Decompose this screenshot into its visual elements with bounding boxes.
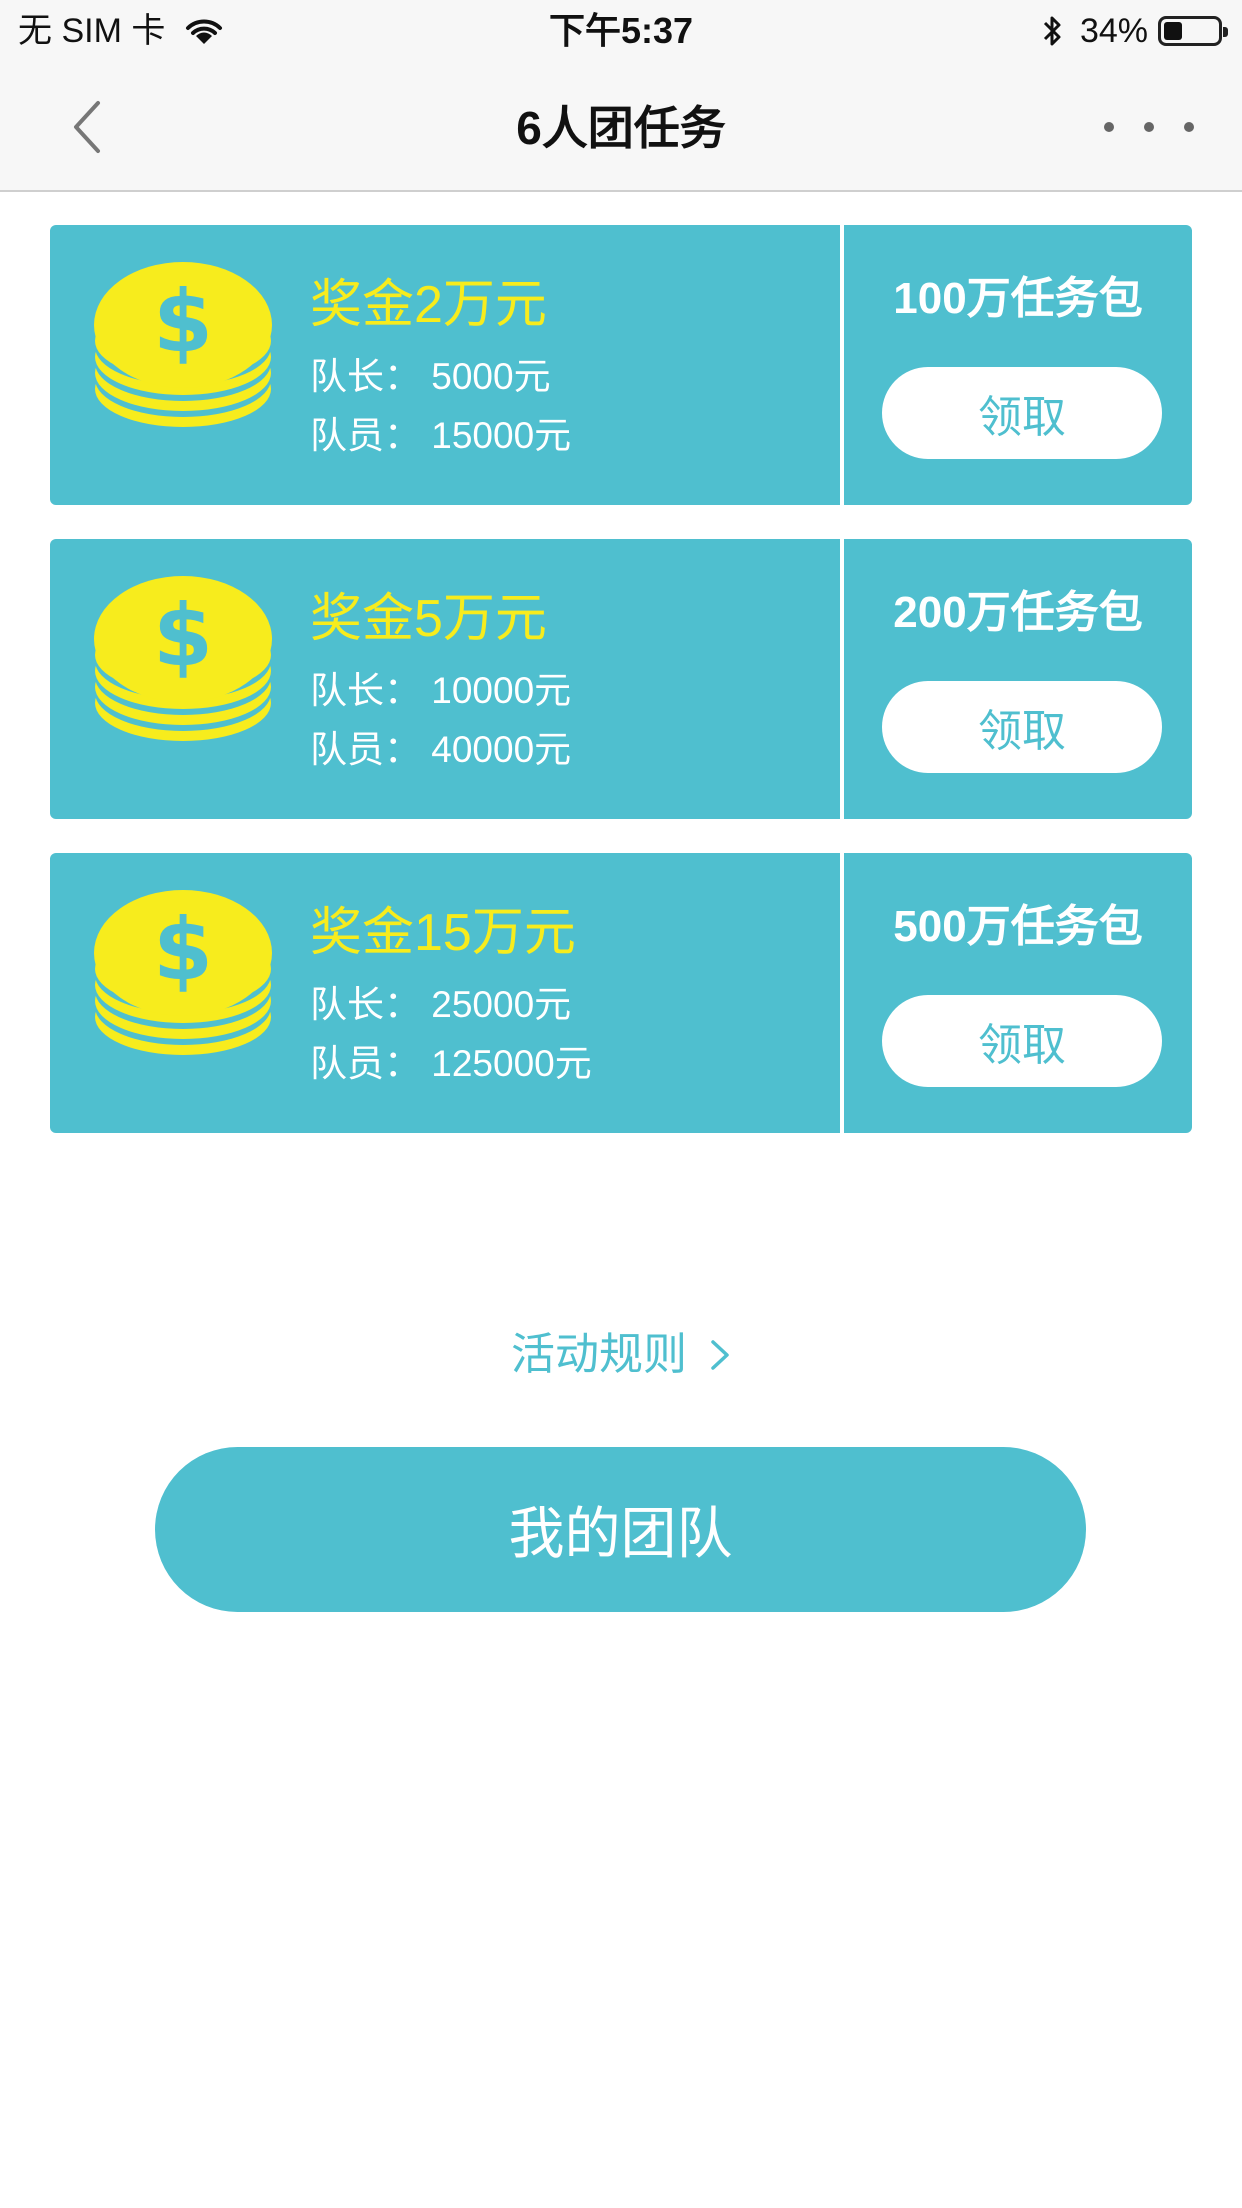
claim-button[interactable]: 领取 bbox=[882, 995, 1162, 1087]
more-dot bbox=[1184, 122, 1194, 132]
package-label: 100万任务包 bbox=[893, 274, 1143, 323]
battery-percent: 34% bbox=[1079, 12, 1148, 50]
reward-info: $ 奖金5万元 队长： 10000元 队员： 40000元 bbox=[50, 539, 840, 819]
leader-reward: 队长： 10000元 bbox=[310, 670, 572, 711]
reward-info: $ 奖金15万元 队长： 25000元 队员： 125000元 bbox=[50, 853, 840, 1133]
reward-amount: 奖金2万元 bbox=[310, 276, 547, 334]
battery-icon bbox=[1158, 16, 1228, 46]
battery-fill bbox=[1164, 22, 1182, 40]
member-reward: 队员： 15000元 bbox=[310, 415, 572, 456]
activity-rules-link[interactable]: 活动规则 bbox=[0, 1325, 1242, 1385]
page-title: 6人团任务 bbox=[516, 102, 726, 154]
bluetooth-icon bbox=[1043, 16, 1061, 46]
reward-amount: 奖金5万元 bbox=[310, 590, 547, 648]
member-reward: 队员： 40000元 bbox=[310, 729, 572, 770]
coin-stack-icon: $ bbox=[94, 262, 272, 427]
svg-text:$: $ bbox=[153, 272, 213, 372]
chevron-right-icon bbox=[711, 1340, 729, 1370]
leader-reward: 队长： 5000元 bbox=[310, 356, 551, 397]
task-package: 100万任务包 领取 bbox=[844, 225, 1192, 505]
reward-card: $ 奖金2万元 队长： 5000元 队员： 15000元 100万任务包 领取 bbox=[50, 225, 1192, 505]
reward-amount: 奖金15万元 bbox=[310, 904, 576, 962]
coin-stack-icon: $ bbox=[94, 576, 272, 741]
coin-stack-icon: $ bbox=[94, 890, 272, 1055]
svg-text:$: $ bbox=[153, 900, 213, 1000]
reward-card: $ 奖金5万元 队长： 10000元 队员： 40000元 200万任务包 领取 bbox=[50, 539, 1192, 819]
claim-button[interactable]: 领取 bbox=[882, 681, 1162, 773]
package-label: 200万任务包 bbox=[893, 588, 1143, 637]
reward-info: $ 奖金2万元 队长： 5000元 队员： 15000元 bbox=[50, 225, 840, 505]
claim-button[interactable]: 领取 bbox=[882, 367, 1162, 459]
more-dot bbox=[1104, 122, 1114, 132]
more-dot bbox=[1144, 122, 1154, 132]
reward-card: $ 奖金15万元 队长： 25000元 队员： 125000元 500万任务包 … bbox=[50, 853, 1192, 1133]
package-label: 500万任务包 bbox=[893, 902, 1143, 951]
status-bar: 无 SIM 卡 下午5:37 34% bbox=[0, 0, 1242, 62]
nav-bar: 6人团任务 bbox=[0, 62, 1242, 192]
more-button[interactable] bbox=[1104, 102, 1194, 152]
member-reward: 队员： 125000元 bbox=[310, 1043, 592, 1084]
status-right: 34% bbox=[1040, 8, 1228, 54]
my-team-button[interactable]: 我的团队 bbox=[155, 1447, 1086, 1612]
task-package: 500万任务包 领取 bbox=[844, 853, 1192, 1133]
activity-rules-label: 活动规则 bbox=[511, 1330, 687, 1379]
svg-text:$: $ bbox=[153, 586, 213, 686]
leader-reward: 队长： 25000元 bbox=[310, 984, 572, 1025]
task-package: 200万任务包 领取 bbox=[844, 539, 1192, 819]
